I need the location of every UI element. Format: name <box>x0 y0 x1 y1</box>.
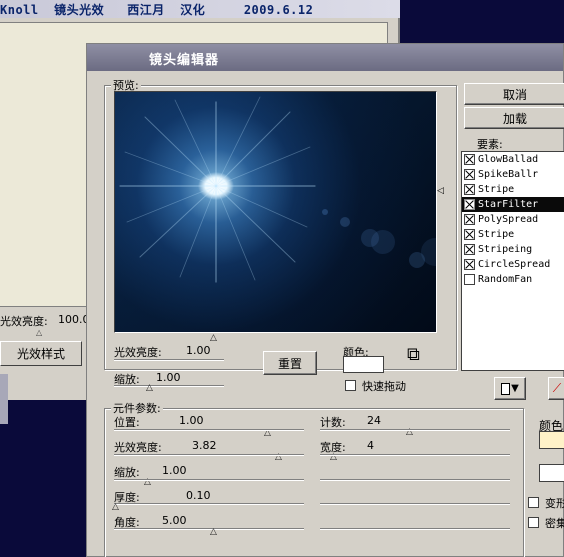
position-track <box>114 429 304 431</box>
preview-position-marker-icon[interactable]: ◁ <box>437 186 444 196</box>
thickness-track <box>114 503 304 505</box>
element-name: StarFilter <box>478 199 539 210</box>
dense-label: 密集 <box>545 517 564 530</box>
element-scale-track <box>114 479 304 481</box>
element-row[interactable]: SpikeBallr <box>462 167 564 182</box>
flare-style-button[interactable]: 光效样式 <box>0 341 82 366</box>
element-dropdown-button[interactable]: ▼ <box>494 377 526 400</box>
element-row[interactable]: Stripe <box>462 182 564 197</box>
load-button[interactable]: 加载 <box>464 107 564 129</box>
preview-scale-slider-thumb[interactable]: △ <box>146 384 153 393</box>
preview-luminance-value[interactable]: 1.00 <box>186 344 211 357</box>
element-name: CircleSpread <box>478 259 551 270</box>
count-track <box>320 429 510 431</box>
bg-luminance-label: 光效亮度: <box>0 315 48 328</box>
element-enable-checkbox[interactable] <box>464 274 475 285</box>
element-scale-value[interactable]: 1.00 <box>162 464 187 477</box>
param-separator-3 <box>320 528 510 530</box>
element-row[interactable]: Stripe <box>462 227 564 242</box>
deform-label: 变形 <box>545 497 564 510</box>
element-name: Stripe <box>478 184 515 195</box>
element-scale-label: 缩放: <box>114 466 140 479</box>
element-enable-checkbox[interactable] <box>464 244 475 255</box>
element-enable-checkbox[interactable] <box>464 169 475 180</box>
param-separator-1 <box>320 479 510 481</box>
position-value[interactable]: 1.00 <box>179 414 204 427</box>
element-row[interactable]: StarFilter <box>462 197 564 212</box>
element-name: SpikeBallr <box>478 169 539 180</box>
preview-scale-track <box>114 385 224 387</box>
element-name: RandomFan <box>478 274 533 285</box>
document-icon <box>501 382 511 395</box>
position-label: 位置: <box>114 416 140 429</box>
element-row[interactable]: PolySpread <box>462 212 564 227</box>
dialog-title: 镜头编辑器 <box>149 53 220 68</box>
preview-luminance-track <box>114 359 224 361</box>
lens-editor-dialog: 镜头编辑器 预览: ◁ △ 光效亮度: 1.00 缩放: 1.00 △ 重置 颜… <box>86 43 564 557</box>
elements-label: 要素: <box>477 138 503 151</box>
count-label: 计数: <box>320 416 346 429</box>
copy-color-icon[interactable]: ⧉ <box>407 346 420 364</box>
element-enable-checkbox[interactable] <box>464 199 475 210</box>
dense-checkbox[interactable] <box>528 517 539 528</box>
element-row[interactable]: Stripeing <box>462 242 564 257</box>
element-enable-checkbox[interactable] <box>464 229 475 240</box>
element-name: Stripe <box>478 229 515 240</box>
preview-scale-value[interactable]: 1.00 <box>156 371 181 384</box>
bg-luminance-slider-thumb[interactable]: △ <box>36 328 42 337</box>
element-enable-checkbox[interactable] <box>464 259 475 270</box>
curve-icon: ⟋ <box>552 381 562 395</box>
chevron-down-icon: ▼ <box>511 383 519 394</box>
element-name: PolySpread <box>478 214 539 225</box>
background-titlebar[interactable]: Knoll 镜头光效 西江月 汉化 2009.6.12 <box>0 0 400 18</box>
dialog-titlebar[interactable]: 镜头编辑器 <box>87 44 563 71</box>
bg-luminance-value: 100.0 <box>58 313 90 326</box>
element-luminance-track <box>114 454 304 456</box>
reset-button[interactable]: 重置 <box>263 351 317 375</box>
fast-drag-label: 快速拖动 <box>362 380 406 393</box>
element-luminance-value[interactable]: 3.82 <box>192 439 217 452</box>
curve-edit-button[interactable]: ⟋ <box>548 377 564 400</box>
preview-color-swatch[interactable] <box>343 356 384 373</box>
angle-slider-thumb[interactable]: △ <box>210 528 217 537</box>
deform-checkbox[interactable] <box>528 497 539 508</box>
elements-list: GlowBallad SpikeBallr Stripe StarFilter Poly… <box>461 151 564 371</box>
element-color-swatch[interactable] <box>539 431 564 449</box>
background-title: Knoll 镜头光效 西江月 汉化 2009.6.12 <box>0 3 314 17</box>
angle-track <box>114 528 304 530</box>
element-enable-checkbox[interactable] <box>464 214 475 225</box>
element-enable-checkbox[interactable] <box>464 184 475 195</box>
element-enable-checkbox[interactable] <box>464 154 475 165</box>
param-separator-2 <box>320 503 510 505</box>
preview-luminance-label: 光效亮度: <box>114 346 162 359</box>
element-name: GlowBallad <box>478 154 539 165</box>
lens-flare-preview[interactable] <box>114 91 437 333</box>
flare-rays <box>119 96 436 283</box>
element-name: Stripeing <box>478 244 533 255</box>
thickness-value[interactable]: 0.10 <box>186 489 211 502</box>
element-luminance-label: 光效亮度: <box>114 441 162 454</box>
angle-value[interactable]: 5.00 <box>162 514 187 527</box>
element-row[interactable]: GlowBallad <box>462 152 564 167</box>
preview-luminance-slider-thumb[interactable]: △ <box>210 334 217 343</box>
width-value[interactable]: 4 <box>367 439 374 452</box>
thickness-slider-thumb[interactable]: △ <box>112 503 119 512</box>
element-secondary-swatch[interactable] <box>539 464 564 482</box>
count-value[interactable]: 24 <box>367 414 381 427</box>
background-lower-panel <box>0 374 8 424</box>
fast-drag-checkbox[interactable] <box>345 380 356 391</box>
element-row[interactable]: CircleSpread <box>462 257 564 272</box>
width-track <box>320 454 510 456</box>
element-row[interactable]: RandomFan <box>462 272 564 287</box>
cancel-button[interactable]: 取消 <box>464 83 564 105</box>
